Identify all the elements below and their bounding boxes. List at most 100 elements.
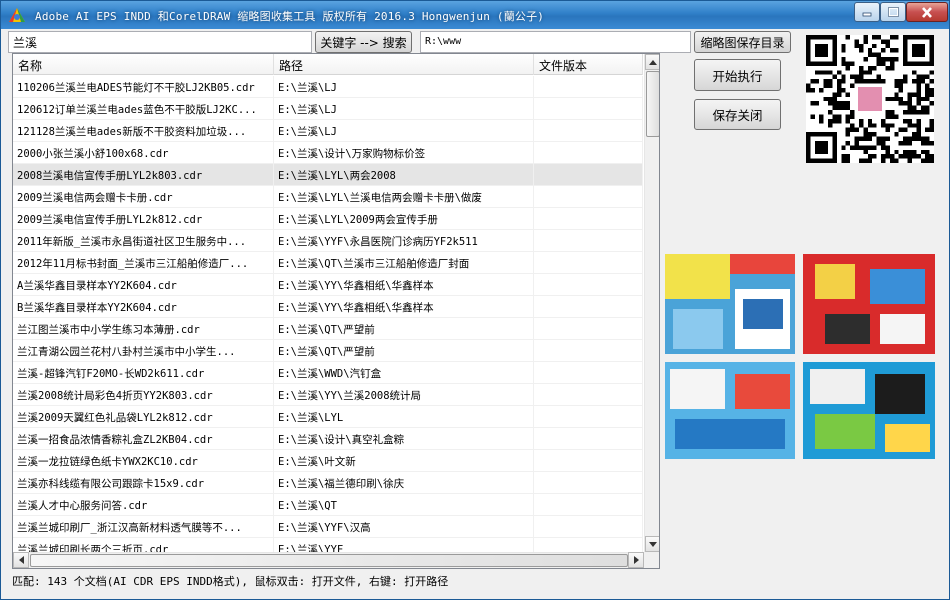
window-title: Adobe AI EPS INDD 和CorelDRAW 缩略图收集工具 版权所… — [35, 10, 545, 23]
cell-name: 兰溪兰城印刷长两个三折页.cdr — [13, 538, 274, 552]
scroll-down-button[interactable] — [645, 536, 659, 552]
keyword-search-button[interactable]: 关键字 --> 搜索 — [315, 31, 412, 53]
cell-path: E:\兰溪\YY\兰溪2008统计局 — [274, 384, 534, 406]
cell-version — [534, 186, 643, 208]
table-row[interactable]: 兰溪兰城印刷厂_浙江汉高新材料透气膜等不... E:\兰溪\YYF\汉高 — [13, 516, 643, 538]
cell-name: A兰溪华鑫目录样本YY2K604.cdr — [13, 274, 274, 296]
cell-version — [534, 274, 643, 296]
cell-version — [534, 406, 643, 428]
scroll-left-button[interactable] — [13, 552, 29, 568]
client-area: 兰溪 关键字 --> 搜索 R:\www 缩略图保存目录 名称 路径 文件版本 … — [8, 30, 944, 594]
cell-name: 2012年11月标书封面_兰溪市三江船舶修造厂... — [13, 252, 274, 274]
title-bar[interactable]: Adobe AI EPS INDD 和CorelDRAW 缩略图收集工具 版权所… — [1, 1, 949, 29]
cell-version — [534, 516, 643, 538]
table-row[interactable]: 2009兰溪电信两会赠卡卡册.cdr E:\兰溪\LYL\兰溪电信两会赠卡卡册\做… — [13, 186, 643, 208]
table-row[interactable]: 兰溪兰城印刷长两个三折页.cdr E:\兰溪\YYF — [13, 538, 643, 552]
scroll-right-button[interactable] — [628, 552, 644, 568]
cell-path: E:\兰溪\LYL\两会2008 — [274, 164, 534, 186]
table-row[interactable]: 2011年新版_兰溪市永昌街道社区卫生服务中... E:\兰溪\YYF\永昌医院门… — [13, 230, 643, 252]
column-header-path[interactable]: 路径 — [274, 54, 534, 75]
cell-version — [534, 120, 643, 142]
cell-version — [534, 208, 643, 230]
cell-name: 121128兰溪兰电ades新版不干胶资料加垃圾... — [13, 120, 274, 142]
cell-path: E:\兰溪\YYF\永昌医院门诊病历YF2k511 — [274, 230, 534, 252]
cell-path: E:\兰溪\LYL\2009两会宣传手册 — [274, 208, 534, 230]
table-row[interactable]: 兰江青湖公园兰花村八卦村兰溪市中小学生... E:\兰溪\QT\严望前 — [13, 340, 643, 362]
table-row[interactable]: 121128兰溪兰电ades新版不干胶资料加垃圾... E:\兰溪\LJ — [13, 120, 643, 142]
cell-name: 兰溪亦科线缆有限公司跟踪卡15x9.cdr — [13, 472, 274, 494]
arrow-up-icon — [649, 59, 657, 65]
cell-path: E:\兰溪\福兰德印刷\徐庆 — [274, 472, 534, 494]
horizontal-scrollbar[interactable] — [13, 552, 644, 568]
cell-version — [534, 538, 643, 552]
cell-version — [534, 362, 643, 384]
cell-name: 兰溪-超锋汽钉F20MO-长WD2k611.cdr — [13, 362, 274, 384]
cell-path: E:\兰溪\设计\万家购物标价签 — [274, 142, 534, 164]
scroll-up-button[interactable] — [645, 54, 659, 70]
table-row[interactable]: B兰溪华鑫目录样本YY2K604.cdr E:\兰溪\YY\华鑫相纸\华鑫样本 — [13, 296, 643, 318]
path-input[interactable]: R:\www — [420, 31, 691, 53]
cell-path: E:\兰溪\叶文新 — [274, 450, 534, 472]
table-row[interactable]: 2009兰溪电信宣传手册LYL2k812.cdr E:\兰溪\LYL\2009两会… — [13, 208, 643, 230]
save-dir-button[interactable]: 缩略图保存目录 — [694, 31, 791, 53]
table-row[interactable]: 兰溪2008统计局彩色4折页YY2K803.cdr E:\兰溪\YY\兰溪2008… — [13, 384, 643, 406]
table-row[interactable]: 110206兰溪兰电ADES节能灯不干胶LJ2KB05.cdr E:\兰溪\LJ — [13, 76, 643, 98]
cell-version — [534, 428, 643, 450]
arrow-left-icon — [18, 556, 24, 564]
column-header-name[interactable]: 名称 — [13, 54, 274, 75]
cell-version — [534, 472, 643, 494]
thumbnail-preview — [665, 254, 935, 459]
file-list[interactable]: 名称 路径 文件版本 110206兰溪兰电ADES节能灯不干胶LJ2KB05.c… — [12, 53, 660, 569]
table-row[interactable]: A兰溪华鑫目录样本YY2K604.cdr E:\兰溪\YY\华鑫相纸\华鑫样本 — [13, 274, 643, 296]
cell-path: E:\兰溪\QT\严望前 — [274, 318, 534, 340]
start-button[interactable]: 开始执行 — [694, 59, 781, 91]
cell-name: 兰溪人才中心服务问答.cdr — [13, 494, 274, 516]
table-row[interactable]: 兰溪2009天翼红色礼品袋LYL2k812.cdr E:\兰溪\LYL — [13, 406, 643, 428]
table-row[interactable]: 兰溪一招食品浓情香粽礼盒ZL2KB04.cdr E:\兰溪\设计\真空礼盒粽 — [13, 428, 643, 450]
cell-path: E:\兰溪\LJ — [274, 76, 534, 98]
cell-path: E:\兰溪\QT — [274, 494, 534, 516]
main-window: Adobe AI EPS INDD 和CorelDRAW 缩略图收集工具 版权所… — [0, 0, 950, 600]
cell-name: 兰溪兰城印刷厂_浙江汉高新材料透气膜等不... — [13, 516, 274, 538]
cell-version — [534, 164, 643, 186]
vertical-scrollbar[interactable] — [644, 54, 659, 552]
cell-name: 兰江青湖公园兰花村八卦村兰溪市中小学生... — [13, 340, 274, 362]
column-header-version[interactable]: 文件版本 — [534, 54, 643, 75]
table-row[interactable]: 2012年11月标书封面_兰溪市三江船舶修造厂... E:\兰溪\QT\兰溪市三江… — [13, 252, 643, 274]
cell-name: 兰溪2009天翼红色礼品袋LYL2k812.cdr — [13, 406, 274, 428]
table-row[interactable]: 兰溪人才中心服务问答.cdr E:\兰溪\QT — [13, 494, 643, 516]
close-icon — [922, 6, 932, 18]
cell-version — [534, 494, 643, 516]
table-row[interactable]: 兰江图兰溪市中小学生练习本薄册.cdr E:\兰溪\QT\严望前 — [13, 318, 643, 340]
cell-path: E:\兰溪\LYL — [274, 406, 534, 428]
horizontal-scroll-thumb[interactable] — [30, 554, 628, 567]
cell-path: E:\兰溪\LJ — [274, 98, 534, 120]
save-close-button[interactable]: 保存关闭 — [694, 99, 781, 130]
vertical-scroll-thumb[interactable] — [646, 71, 659, 137]
cell-name: 2009兰溪电信两会赠卡卡册.cdr — [13, 186, 274, 208]
cell-version — [534, 230, 643, 252]
table-row[interactable]: 兰溪亦科线缆有限公司跟踪卡15x9.cdr E:\兰溪\福兰德印刷\徐庆 — [13, 472, 643, 494]
cell-path: E:\兰溪\LJ — [274, 120, 534, 142]
maximize-button[interactable] — [880, 2, 906, 22]
cell-version — [534, 340, 643, 362]
cell-name: 兰溪一招食品浓情香粽礼盒ZL2KB04.cdr — [13, 428, 274, 450]
cell-name: 2009兰溪电信宣传手册LYL2k812.cdr — [13, 208, 274, 230]
table-row[interactable]: 兰溪-超锋汽钉F20MO-长WD2k611.cdr E:\兰溪\WWD\汽钉盒 — [13, 362, 643, 384]
cell-name: 110206兰溪兰电ADES节能灯不干胶LJ2KB05.cdr — [13, 76, 274, 98]
cell-path: E:\兰溪\QT\严望前 — [274, 340, 534, 362]
close-button[interactable] — [906, 2, 948, 22]
cell-version — [534, 98, 643, 120]
scroll-corner — [644, 552, 659, 568]
cell-name: 2008兰溪电信宣传手册LYL2k803.cdr — [13, 164, 274, 186]
table-row[interactable]: 兰溪一龙拉链绿色纸卡YWX2KC10.cdr E:\兰溪\叶文新 — [13, 450, 643, 472]
list-body: 110206兰溪兰电ADES节能灯不干胶LJ2KB05.cdr E:\兰溪\LJ 1… — [13, 76, 643, 552]
arrow-right-icon — [633, 556, 639, 564]
minimize-button[interactable] — [854, 2, 880, 22]
keyword-input[interactable]: 兰溪 — [8, 31, 312, 53]
table-row[interactable]: 2000小张兰溪小舒100x68.cdr E:\兰溪\设计\万家购物标价签 — [13, 142, 643, 164]
table-row[interactable]: 120612订单兰溪兰电ades蓝色不干胶版LJ2KC... E:\兰溪\LJ — [13, 98, 643, 120]
cell-path: E:\兰溪\YYF — [274, 538, 534, 552]
cell-version — [534, 142, 643, 164]
table-row[interactable]: 2008兰溪电信宣传手册LYL2k803.cdr E:\兰溪\LYL\两会2008 — [13, 164, 643, 186]
